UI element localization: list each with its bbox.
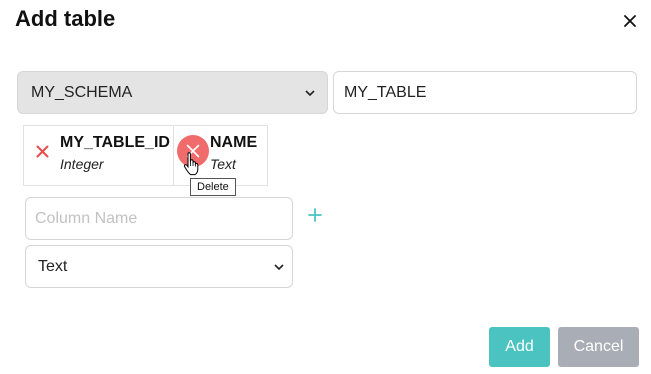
chevron-down-icon [274,262,284,272]
delete-x-icon [36,145,48,157]
schema-select[interactable]: MY_SCHEMA [17,71,328,114]
delete-tooltip: Delete [190,178,236,196]
plus-icon [308,208,322,222]
column-name-input[interactable] [25,197,293,240]
cancel-button[interactable]: Cancel [558,327,639,367]
schema-select-value: MY_SCHEMA [31,83,133,101]
column-type: Integer [60,156,104,172]
column-type: Text [210,156,236,172]
delete-column-button[interactable] [35,144,49,158]
add-button[interactable]: Add [489,327,550,367]
column-type-select-value: Text [38,257,68,275]
column-name: NAME [210,134,258,151]
chevron-down-icon [305,88,315,98]
column-card: MY_TABLE_ID Integer [23,125,174,186]
close-button[interactable] [620,11,640,31]
dialog-title: Add table [15,6,116,31]
close-icon [624,15,636,27]
column-type-select[interactable]: Text [25,245,293,288]
hand-cursor-icon [183,152,199,176]
table-name-input[interactable] [333,71,637,114]
column-name: MY_TABLE_ID [60,134,170,151]
add-column-button[interactable] [305,205,325,225]
